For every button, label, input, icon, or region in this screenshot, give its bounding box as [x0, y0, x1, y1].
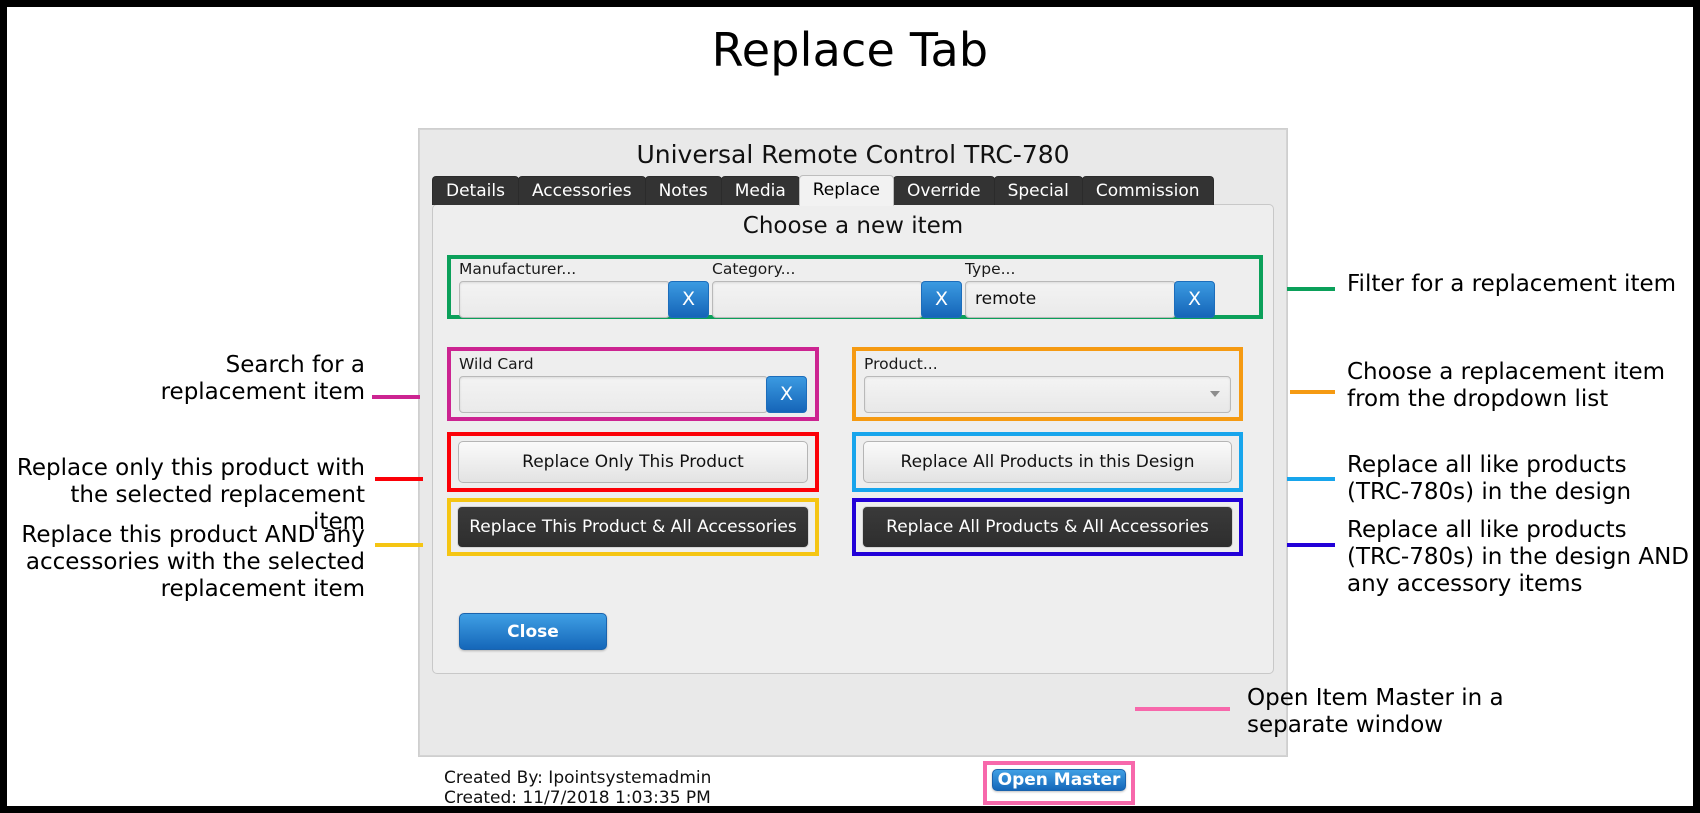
chevron-down-icon — [1210, 391, 1220, 397]
replace-only-this-product-button[interactable]: Replace Only This Product — [458, 441, 808, 483]
dialog-title: Universal Remote Control TRC-780 — [636, 140, 1070, 169]
filter-group-highlight: Manufacturer... X Category... X Type... … — [447, 255, 1263, 319]
tab-accessories[interactable]: Accessories — [517, 176, 646, 205]
tab-media[interactable]: Media — [720, 176, 800, 205]
tab-label: Notes — [658, 180, 708, 201]
category-clear-button[interactable]: X — [921, 280, 962, 318]
product-label: Product... — [864, 355, 938, 373]
tab-replace[interactable]: Replace — [798, 175, 894, 206]
callout-replace-all-accessories: Replace all like products (TRC-780s) in … — [1347, 517, 1689, 598]
type-filter: Type... remote X — [965, 260, 1215, 318]
replace-all-products-all-accessories-button[interactable]: Replace All Products & All Accessories — [862, 506, 1233, 548]
created-date-text: Created: 11/7/2018 1:03:35 PM — [444, 788, 711, 809]
tab-label: Details — [446, 180, 505, 201]
leader-replace-only — [375, 477, 423, 481]
tab-notes[interactable]: Notes — [644, 176, 722, 205]
replace-all-products-in-design-button[interactable]: Replace All Products in this Design — [863, 441, 1232, 483]
leader-search — [372, 395, 420, 399]
replace-all-accessories-highlight: Replace All Products & All Accessories — [852, 498, 1243, 556]
category-label: Category... — [712, 260, 796, 278]
leader-choose — [1290, 390, 1335, 394]
callout-replace-and-accessories: Replace this product AND any accessories… — [21, 522, 365, 603]
wildcard-label: Wild Card — [459, 355, 534, 373]
product-dropdown[interactable] — [864, 375, 1231, 413]
leader-filter — [1287, 287, 1335, 291]
replace-only-highlight: Replace Only This Product — [447, 432, 819, 492]
tab-special[interactable]: Special — [993, 176, 1083, 205]
type-label: Type... — [965, 260, 1016, 278]
callout-replace-all: Replace all like products (TRC-780s) in … — [1347, 452, 1632, 506]
screenshot-root: Replace Tab Universal Remote Control TRC… — [0, 0, 1700, 813]
callout-filter: Filter for a replacement item — [1347, 271, 1677, 297]
category-input[interactable] — [712, 280, 923, 318]
replace-all-design-highlight: Replace All Products in this Design — [852, 432, 1243, 492]
callout-open-master: Open Item Master in a separate window — [1247, 685, 1504, 739]
leader-replace-all-acc — [1287, 543, 1335, 547]
replace-dialog: Universal Remote Control TRC-780 Details… — [419, 129, 1287, 808]
category-filter: Category... X — [712, 260, 962, 318]
panel-heading: Choose a new item — [742, 213, 964, 239]
page-title: Replace Tab — [711, 23, 989, 77]
tab-label: Replace — [812, 180, 880, 200]
manufacturer-clear-button[interactable]: X — [668, 280, 709, 318]
type-input[interactable]: remote — [965, 280, 1176, 318]
tab-label: Accessories — [531, 180, 632, 201]
product-highlight: Product... — [852, 347, 1243, 421]
tab-label: Special — [1007, 180, 1069, 201]
tab-label: Commission — [1095, 180, 1200, 201]
tab-override[interactable]: Override — [893, 176, 995, 205]
creation-metadata: Created By: Ipointsystemadmin Created: 1… — [444, 768, 711, 808]
replace-this-product-all-accessories-button[interactable]: Replace This Product & All Accessories — [457, 506, 809, 548]
manufacturer-input[interactable] — [459, 280, 670, 318]
close-button[interactable]: Close — [459, 613, 607, 650]
tab-bar: Details Accessories Notes Media Replace … — [432, 175, 1274, 206]
leader-replace-acc — [375, 543, 423, 547]
replace-this-accessories-highlight: Replace This Product & All Accessories — [447, 498, 819, 556]
type-clear-button[interactable]: X — [1174, 280, 1215, 318]
leader-open-master — [1135, 707, 1230, 711]
open-master-button[interactable]: Open Master — [992, 769, 1126, 791]
tab-details[interactable]: Details — [432, 176, 519, 205]
replace-tab-panel: Choose a new item Manufacturer... X Cate… — [432, 204, 1274, 674]
manufacturer-label: Manufacturer... — [459, 260, 577, 278]
open-master-highlight: Open Master — [983, 761, 1135, 805]
callout-choose: Choose a replacement item from the dropd… — [1347, 359, 1666, 413]
created-by-text: Created By: Ipointsystemadmin — [444, 768, 712, 788]
tab-label: Media — [734, 180, 786, 201]
tab-label: Override — [907, 180, 981, 201]
wildcard-highlight: Wild Card X — [447, 347, 819, 421]
leader-replace-all — [1287, 477, 1335, 481]
callout-search: Search for a replacement item — [160, 352, 365, 406]
wildcard-input[interactable] — [459, 375, 768, 413]
manufacturer-filter: Manufacturer... X — [459, 260, 709, 318]
tab-commission[interactable]: Commission — [1081, 176, 1214, 205]
wildcard-clear-button[interactable]: X — [766, 375, 807, 413]
